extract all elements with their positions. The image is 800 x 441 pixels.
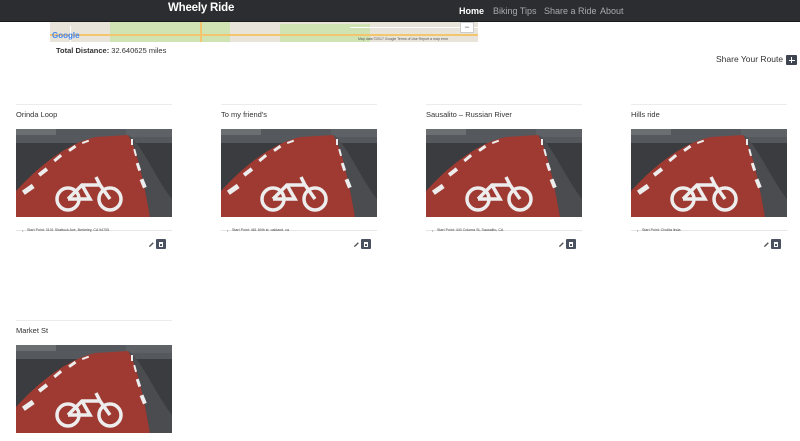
map-road — [200, 22, 202, 42]
ride-image[interactable] — [426, 129, 582, 217]
pencil-icon[interactable] — [763, 241, 770, 248]
ride-title[interactable]: Sausalito – Russian River — [426, 110, 512, 119]
map-zoom-out-button[interactable]: − — [460, 22, 474, 33]
ride-start-point: Start Point: 461 60th st. oakland. ca — [227, 228, 289, 233]
nav-home[interactable]: Home — [459, 6, 484, 16]
ride-title[interactable]: Market St — [16, 326, 48, 335]
map-road — [50, 34, 478, 36]
ride-start-point: Start Point: 440 Coloma St, Sausalito, C… — [432, 228, 503, 233]
ride-details: Start Point: 3101 Shattuck Ave, Berkeley… — [16, 219, 172, 233]
ride-title[interactable]: Orinda Loop — [16, 110, 57, 119]
delete-ride-button[interactable] — [771, 239, 781, 249]
map-road — [350, 27, 478, 28]
card-divider — [221, 104, 377, 105]
ride-start-point: Start Point: 3101 Shattuck Ave, Berkeley… — [22, 228, 109, 233]
share-route-label: Share Your Route — [716, 54, 784, 64]
card-divider — [16, 320, 172, 321]
delete-ride-button[interactable] — [156, 239, 166, 249]
trash-icon — [159, 241, 163, 247]
nav-about[interactable]: About — [600, 6, 624, 16]
delete-ride-button[interactable] — [361, 239, 371, 249]
google-logo: Google — [52, 31, 80, 40]
trash-icon — [774, 241, 778, 247]
ride-start-point: Start Point: Cholita linda — [637, 228, 681, 233]
pencil-icon[interactable] — [353, 241, 360, 248]
card-divider — [16, 104, 172, 105]
delete-ride-button[interactable] — [566, 239, 576, 249]
navbar: Wheely Ride Home Biking Tips Share a Rid… — [0, 0, 800, 22]
share-route-button[interactable] — [786, 55, 797, 65]
total-distance: Total Distance: 32.640625 miles — [56, 46, 166, 55]
card-divider — [426, 104, 582, 105]
ride-image[interactable] — [221, 129, 377, 217]
trash-icon — [364, 241, 368, 247]
ride-image[interactable] — [631, 129, 787, 217]
nav-share-a-ride[interactable]: Share a Ride — [544, 6, 597, 16]
ride-image[interactable] — [16, 345, 172, 441]
pencil-icon[interactable] — [148, 241, 155, 248]
ride-title[interactable]: Hills ride — [631, 110, 660, 119]
nav-biking-tips[interactable]: Biking Tips — [493, 6, 537, 16]
total-distance-value: 32.640625 miles — [111, 46, 167, 55]
ride-details: Start Point: 461 60th st. oakland. ca — [221, 219, 377, 233]
map-park-area — [110, 22, 230, 42]
ride-details: Start Point: Cholita linda — [631, 219, 787, 233]
pencil-icon[interactable] — [558, 241, 565, 248]
brand-link[interactable]: Wheely Ride — [168, 2, 234, 14]
trash-icon — [569, 241, 573, 247]
ride-title[interactable]: To my friend's — [221, 110, 267, 119]
card-divider — [631, 104, 787, 105]
map-attribution: Map data ©2017 Google Terms of Use Repor… — [358, 37, 449, 41]
ride-image[interactable] — [16, 129, 172, 217]
ride-details: Start Point: 440 Coloma St, Sausalito, C… — [426, 219, 582, 233]
total-distance-label: Total Distance: — [56, 46, 110, 55]
